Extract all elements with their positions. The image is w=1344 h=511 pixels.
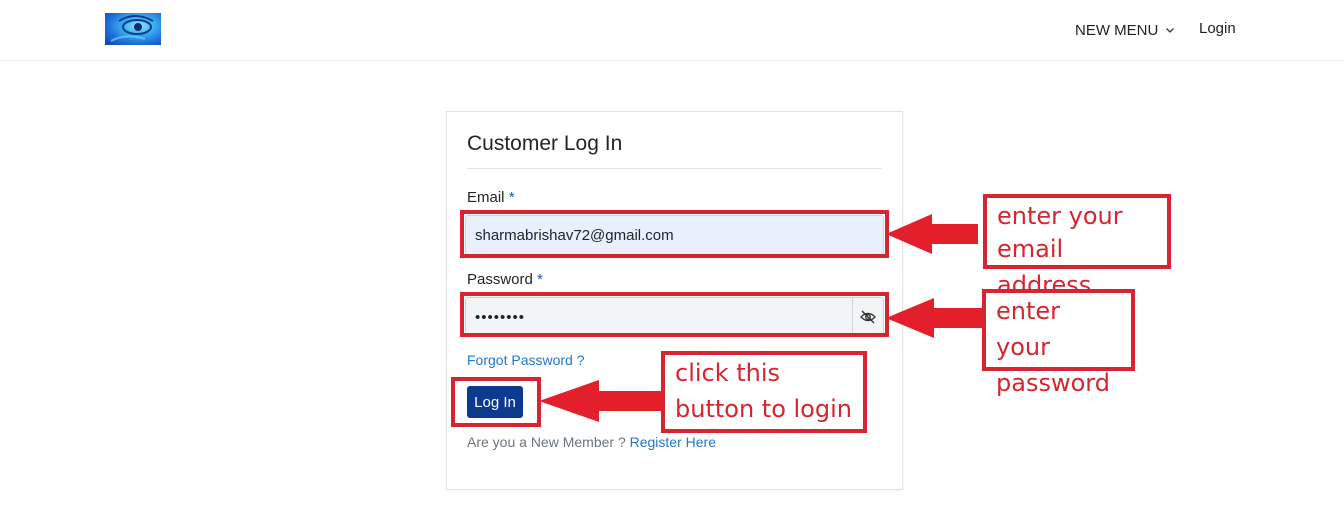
email-arrow-icon <box>886 214 978 254</box>
required-mark: * <box>537 271 543 288</box>
new-menu-label: NEW MENU <box>1075 21 1159 39</box>
password-highlight-box <box>460 292 889 337</box>
register-prompt-text: Are you a New Member ? <box>467 434 626 450</box>
header-login-link[interactable]: Login <box>1199 20 1236 37</box>
email-label-text: Email <box>467 189 505 206</box>
title-divider <box>467 168 882 169</box>
chevron-down-icon <box>1166 28 1175 33</box>
password-note-line2: password <box>996 369 1110 397</box>
forgot-password-link[interactable]: Forgot Password ? <box>467 352 585 368</box>
button-highlight-box <box>451 377 541 427</box>
email-highlight-box <box>460 210 889 258</box>
email-note-line1: enter your <box>997 202 1123 230</box>
register-link[interactable]: Register Here <box>630 434 716 450</box>
eye-logo-graphic <box>110 15 154 42</box>
button-arrow-icon <box>539 380 661 422</box>
eye-logo[interactable] <box>105 13 161 45</box>
page-title: Customer Log In <box>467 132 623 155</box>
password-label-text: Password <box>467 271 533 288</box>
required-mark: * <box>508 189 515 206</box>
button-instruction-note: click this button to login <box>661 351 867 433</box>
password-note-line1: enter your <box>996 297 1061 361</box>
email-instruction-note: enter your email address <box>983 194 1171 299</box>
button-note-line2: button to login <box>675 395 852 423</box>
password-label: Password * <box>467 271 543 288</box>
register-prompt: Are you a New Member ? Register Here <box>467 434 716 450</box>
new-menu-dropdown[interactable]: NEW MENU <box>1075 20 1175 40</box>
password-instruction-note: enter your password <box>982 289 1135 397</box>
site-header: NEW MENU Login <box>0 0 1344 61</box>
button-note-line1: click this <box>675 359 781 387</box>
password-arrow-icon <box>886 298 984 338</box>
email-label: Email * <box>467 189 515 206</box>
